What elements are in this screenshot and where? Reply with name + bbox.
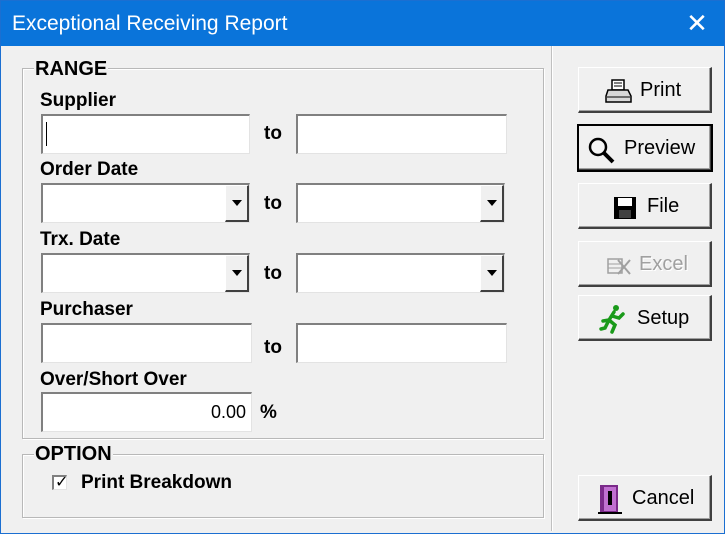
preview-button-label: Preview xyxy=(624,137,696,159)
cancel-button[interactable]: Cancel xyxy=(578,475,712,521)
purchaser-to-input[interactable] xyxy=(296,323,507,363)
excel-button[interactable]: Excel xyxy=(578,241,712,287)
trx-date-label: Trx. Date xyxy=(40,229,121,250)
setup-button-label: Setup xyxy=(637,307,690,329)
percent-unit: % xyxy=(260,402,277,423)
chevron-down-icon[interactable] xyxy=(480,255,504,292)
chevron-down-icon[interactable] xyxy=(480,185,504,222)
order-date-label: Order Date xyxy=(40,159,139,180)
preview-button[interactable]: Preview xyxy=(577,124,713,172)
print-button[interactable]: Print xyxy=(578,67,712,113)
purchaser-from-input[interactable] xyxy=(41,323,252,363)
excel-icon xyxy=(607,258,631,275)
window-title: Exceptional Receiving Report xyxy=(12,12,288,35)
supplier-to-label: to xyxy=(264,123,282,144)
print-breakdown-checkbox[interactable]: ✓ xyxy=(52,472,69,491)
chevron-down-icon[interactable] xyxy=(225,255,249,292)
title-bar[interactable]: Exceptional Receiving Report ✕ xyxy=(1,1,724,46)
order-date-to-select[interactable] xyxy=(296,183,505,223)
print-button-label: Print xyxy=(640,79,682,101)
chevron-down-icon[interactable] xyxy=(225,185,249,222)
trx-date-to-label: to xyxy=(264,263,282,284)
file-button[interactable]: File xyxy=(578,183,712,229)
purchaser-to-label: to xyxy=(264,337,282,358)
supplier-from-input[interactable] xyxy=(41,114,250,154)
cancel-button-label: Cancel xyxy=(632,487,695,509)
magnifier-icon xyxy=(588,137,615,164)
text-caret xyxy=(46,122,47,146)
over-short-input[interactable]: 0.00 xyxy=(41,392,252,432)
print-breakdown-label[interactable]: Print Breakdown xyxy=(81,472,232,494)
over-short-label: Over/Short Over xyxy=(40,369,187,390)
report-dialog: Exceptional Receiving Report ✕ RANGE Sup… xyxy=(0,0,725,534)
trx-date-from-select[interactable] xyxy=(41,253,250,293)
running-man-icon xyxy=(599,305,625,334)
file-button-label: File xyxy=(647,195,680,217)
floppy-disk-icon xyxy=(614,197,636,219)
option-legend: OPTION xyxy=(34,443,113,466)
order-date-to-label: to xyxy=(264,193,282,214)
range-legend: RANGE xyxy=(34,58,109,81)
purchaser-label: Purchaser xyxy=(40,299,133,320)
checkmark-icon: ✓ xyxy=(55,472,69,491)
order-date-from-select[interactable] xyxy=(41,183,250,223)
supplier-label: Supplier xyxy=(40,90,117,111)
door-exit-icon xyxy=(598,485,622,514)
setup-button[interactable]: Setup xyxy=(578,295,712,341)
excel-button-label: Excel xyxy=(639,253,688,275)
printer-icon xyxy=(605,79,632,103)
vertical-divider xyxy=(551,46,552,531)
close-icon[interactable]: ✕ xyxy=(682,9,712,39)
trx-date-to-select[interactable] xyxy=(296,253,505,293)
over-short-value: 0.00 xyxy=(210,402,246,422)
supplier-to-input[interactable] xyxy=(296,114,507,154)
